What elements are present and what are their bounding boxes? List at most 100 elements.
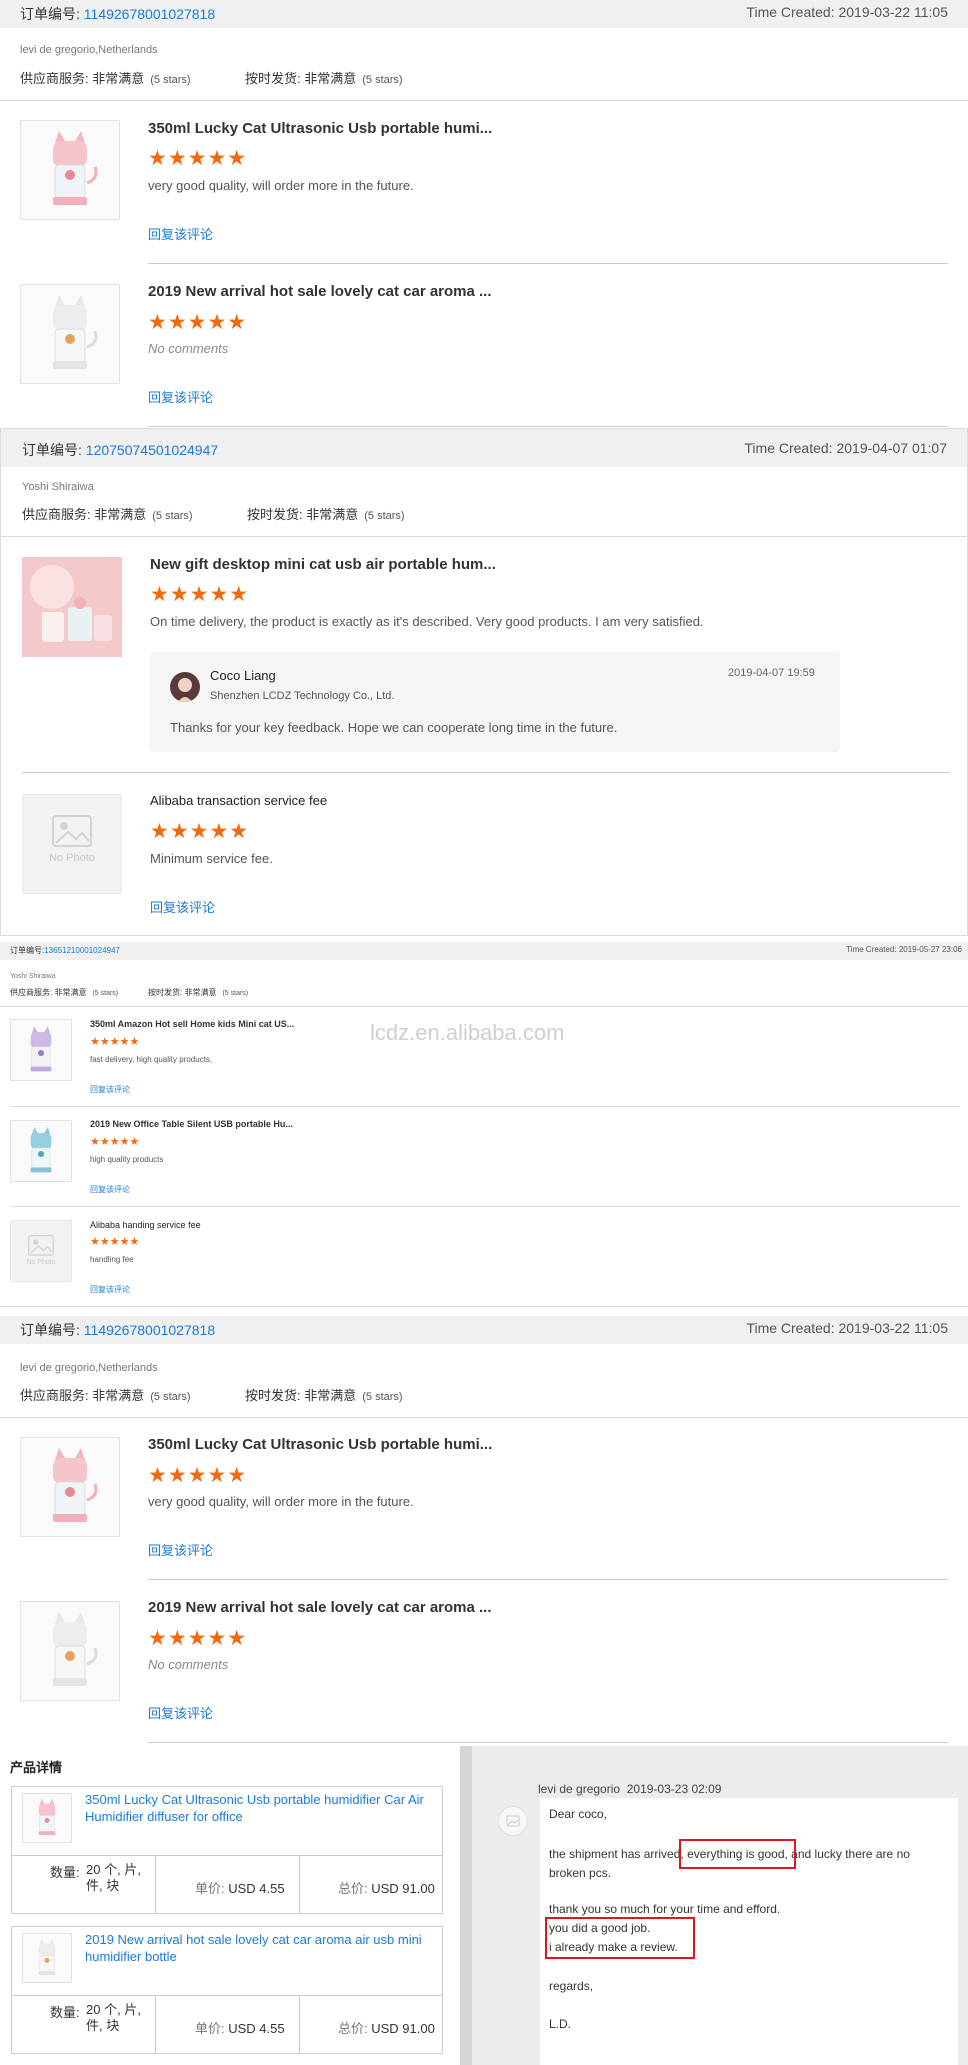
divider bbox=[155, 1996, 156, 2053]
rating-stars: ★★★★★ bbox=[148, 311, 248, 334]
product-thumbnail[interactable] bbox=[22, 1933, 72, 1983]
review-comment: fast delivery, high quality products, bbox=[90, 1055, 213, 1064]
rating-stars: ★★★★★ bbox=[150, 820, 250, 843]
order-number-label: 订单编号: 11492678001027818 bbox=[20, 6, 216, 22]
quantity-label: 数量: bbox=[50, 2005, 80, 2020]
order-number-link[interactable]: 11492678001027818 bbox=[84, 6, 215, 22]
rating-stars: ★★★★★ bbox=[90, 1036, 140, 1048]
rating-stars: ★★★★★ bbox=[148, 1464, 248, 1487]
product-title[interactable]: 2019 New arrival hot sale lovely cat car… bbox=[148, 283, 492, 300]
no-photo-placeholder: No Photo bbox=[10, 1220, 72, 1282]
scrollbar[interactable] bbox=[460, 1746, 472, 2065]
buyer-name: Yoshi Shiraiwa bbox=[10, 973, 56, 980]
product-thumbnail[interactable] bbox=[20, 120, 120, 220]
review-comment: very good quality, will order more in th… bbox=[148, 178, 414, 193]
divider bbox=[0, 1306, 968, 1307]
unit-price: 单价: USD 4.55 bbox=[195, 2021, 285, 2036]
product-title[interactable]: 350ml Lucky Cat Ultrasonic Usb portable … bbox=[148, 120, 492, 137]
reply-review-link[interactable]: 回复该评论 bbox=[90, 1084, 130, 1095]
supplier-service-rating: 供应商服务: 非常满意 (5 stars) bbox=[22, 507, 193, 522]
order-header: 订单编号: 11492678001027818 Time Created: 20… bbox=[0, 1316, 968, 1344]
divider bbox=[155, 1856, 156, 1913]
buyer-name: Yoshi Shiraiwa bbox=[22, 481, 94, 493]
seller-company: Shenzhen LCDZ Technology Co., Ltd. bbox=[210, 690, 395, 702]
product-thumbnail[interactable] bbox=[10, 1019, 72, 1081]
reply-review-link[interactable]: 回复该评论 bbox=[150, 897, 215, 916]
avatar bbox=[498, 1806, 528, 1836]
product-title[interactable]: New gift desktop mini cat usb air portab… bbox=[150, 556, 496, 573]
message-sender: levi de gregorio 2019-03-23 02:09 bbox=[538, 1782, 722, 1796]
divider bbox=[22, 772, 950, 773]
product-thumbnail[interactable] bbox=[22, 1793, 72, 1843]
divider bbox=[0, 1006, 968, 1007]
buyer-name: levi de gregorio,Netherlands bbox=[20, 1362, 158, 1374]
divider bbox=[148, 263, 948, 264]
divider bbox=[148, 1579, 948, 1580]
time-created: Time Created: 2019-05-27 23:06 bbox=[846, 945, 962, 954]
divider bbox=[10, 1106, 960, 1107]
reply-date: 2019-04-07 19:59 bbox=[728, 667, 815, 679]
product-title[interactable]: 2019 New arrival hot sale lovely cat car… bbox=[148, 1599, 492, 1616]
seller-name: Coco Liang bbox=[210, 668, 276, 683]
reply-review-link[interactable]: 回复该评论 bbox=[148, 1703, 213, 1722]
product-thumbnail[interactable] bbox=[22, 557, 122, 657]
on-time-rating: 按时发货: 非常满意 (5 stars) bbox=[247, 507, 405, 522]
avatar bbox=[170, 672, 200, 702]
divider bbox=[0, 100, 968, 101]
message-line: thank you so much for your time and effo… bbox=[549, 1902, 781, 1916]
highlight-box: everything is good, bbox=[679, 1839, 796, 1869]
time-created: Time Created: 2019-04-07 01:07 bbox=[744, 440, 947, 456]
on-time-rating: 按时发货: 非常满意 (5 stars) bbox=[245, 71, 403, 86]
time-created: Time Created: 2019-03-22 11:05 bbox=[746, 1320, 948, 1336]
product-detail-link[interactable]: 350ml Lucky Cat Ultrasonic Usb portable … bbox=[85, 1791, 435, 1825]
order-number-label: 订单编号: 11492678001027818 bbox=[20, 1322, 216, 1338]
review-comment: On time delivery, the product is exactly… bbox=[150, 614, 704, 629]
reply-review-link[interactable]: 回复该评论 bbox=[90, 1184, 130, 1195]
product-title: Alibaba handing service fee bbox=[90, 1220, 201, 1230]
rating-stars: ★★★★★ bbox=[148, 147, 248, 170]
rating-stars: ★★★★★ bbox=[90, 1236, 140, 1248]
message-line: i already make a review. bbox=[549, 1940, 678, 1954]
product-title[interactable]: 350ml Lucky Cat Ultrasonic Usb portable … bbox=[148, 1436, 492, 1453]
quantity-label: 数量: bbox=[50, 1865, 80, 1880]
reply-review-link[interactable]: 回复该评论 bbox=[148, 224, 213, 243]
quantity-value: 20 个, 片, 件, 块 bbox=[86, 1862, 141, 1893]
divider bbox=[12, 1995, 442, 1996]
rating-stars: ★★★★★ bbox=[148, 1627, 248, 1650]
order-number-label: 订单编号:13651210001024947 bbox=[10, 946, 120, 955]
divider bbox=[1, 536, 967, 537]
review-comment: No comments bbox=[148, 1657, 229, 1672]
divider bbox=[0, 1417, 968, 1418]
reply-review-link[interactable]: 回复该评论 bbox=[148, 1540, 213, 1559]
rating-stars: ★★★★★ bbox=[90, 1136, 140, 1148]
review-comment: Minimum service fee. bbox=[150, 851, 273, 866]
buyer-name: levi de gregorio,Netherlands bbox=[20, 44, 158, 56]
reply-text: Thanks for your key feedback. Hope we ca… bbox=[170, 720, 618, 735]
message-greeting: Dear coco, bbox=[549, 1807, 608, 1821]
reply-review-link[interactable]: 回复该评论 bbox=[90, 1284, 130, 1295]
order-header: 订单编号:13651210001024947 Time Created: 201… bbox=[0, 942, 968, 960]
product-thumbnail[interactable] bbox=[20, 1601, 120, 1701]
product-title[interactable]: 2019 New Office Table Silent USB portabl… bbox=[90, 1119, 293, 1129]
product-title: Alibaba transaction service fee bbox=[150, 793, 328, 808]
order-number-link[interactable]: 13651210001024947 bbox=[44, 946, 120, 955]
supplier-service-rating: 供应商服务: 非常满意 (5 stars) bbox=[10, 988, 119, 997]
product-title[interactable]: 350ml Amazon Hot sell Home kids Mini cat… bbox=[90, 1019, 294, 1029]
order-number-link[interactable]: 11492678001027818 bbox=[84, 1322, 215, 1338]
divider bbox=[12, 1855, 442, 1856]
on-time-rating: 按时发货: 非常满意 (5 stars) bbox=[245, 1388, 403, 1403]
review-comment: high quality products bbox=[90, 1155, 164, 1164]
product-thumbnail[interactable] bbox=[20, 1437, 120, 1537]
product-thumbnail[interactable] bbox=[20, 284, 120, 384]
order-header: 订单编号: 12075074501024947 Time Created: 20… bbox=[1, 429, 967, 467]
product-detail-link[interactable]: 2019 New arrival hot sale lovely cat car… bbox=[85, 1931, 435, 1965]
order-number-link[interactable]: 12075074501024947 bbox=[86, 442, 218, 458]
divider bbox=[10, 1206, 960, 1207]
reply-review-link[interactable]: 回复该评论 bbox=[148, 387, 213, 406]
message-signature: L.D. bbox=[549, 2017, 572, 2031]
on-time-rating: 按时发货: 非常满意 (5 stars) bbox=[148, 988, 249, 997]
supplier-service-rating: 供应商服务: 非常满意 (5 stars) bbox=[20, 1388, 191, 1403]
review-comment: very good quality, will order more in th… bbox=[148, 1494, 414, 1509]
review-comment: No comments bbox=[148, 341, 229, 356]
product-thumbnail[interactable] bbox=[10, 1120, 72, 1182]
